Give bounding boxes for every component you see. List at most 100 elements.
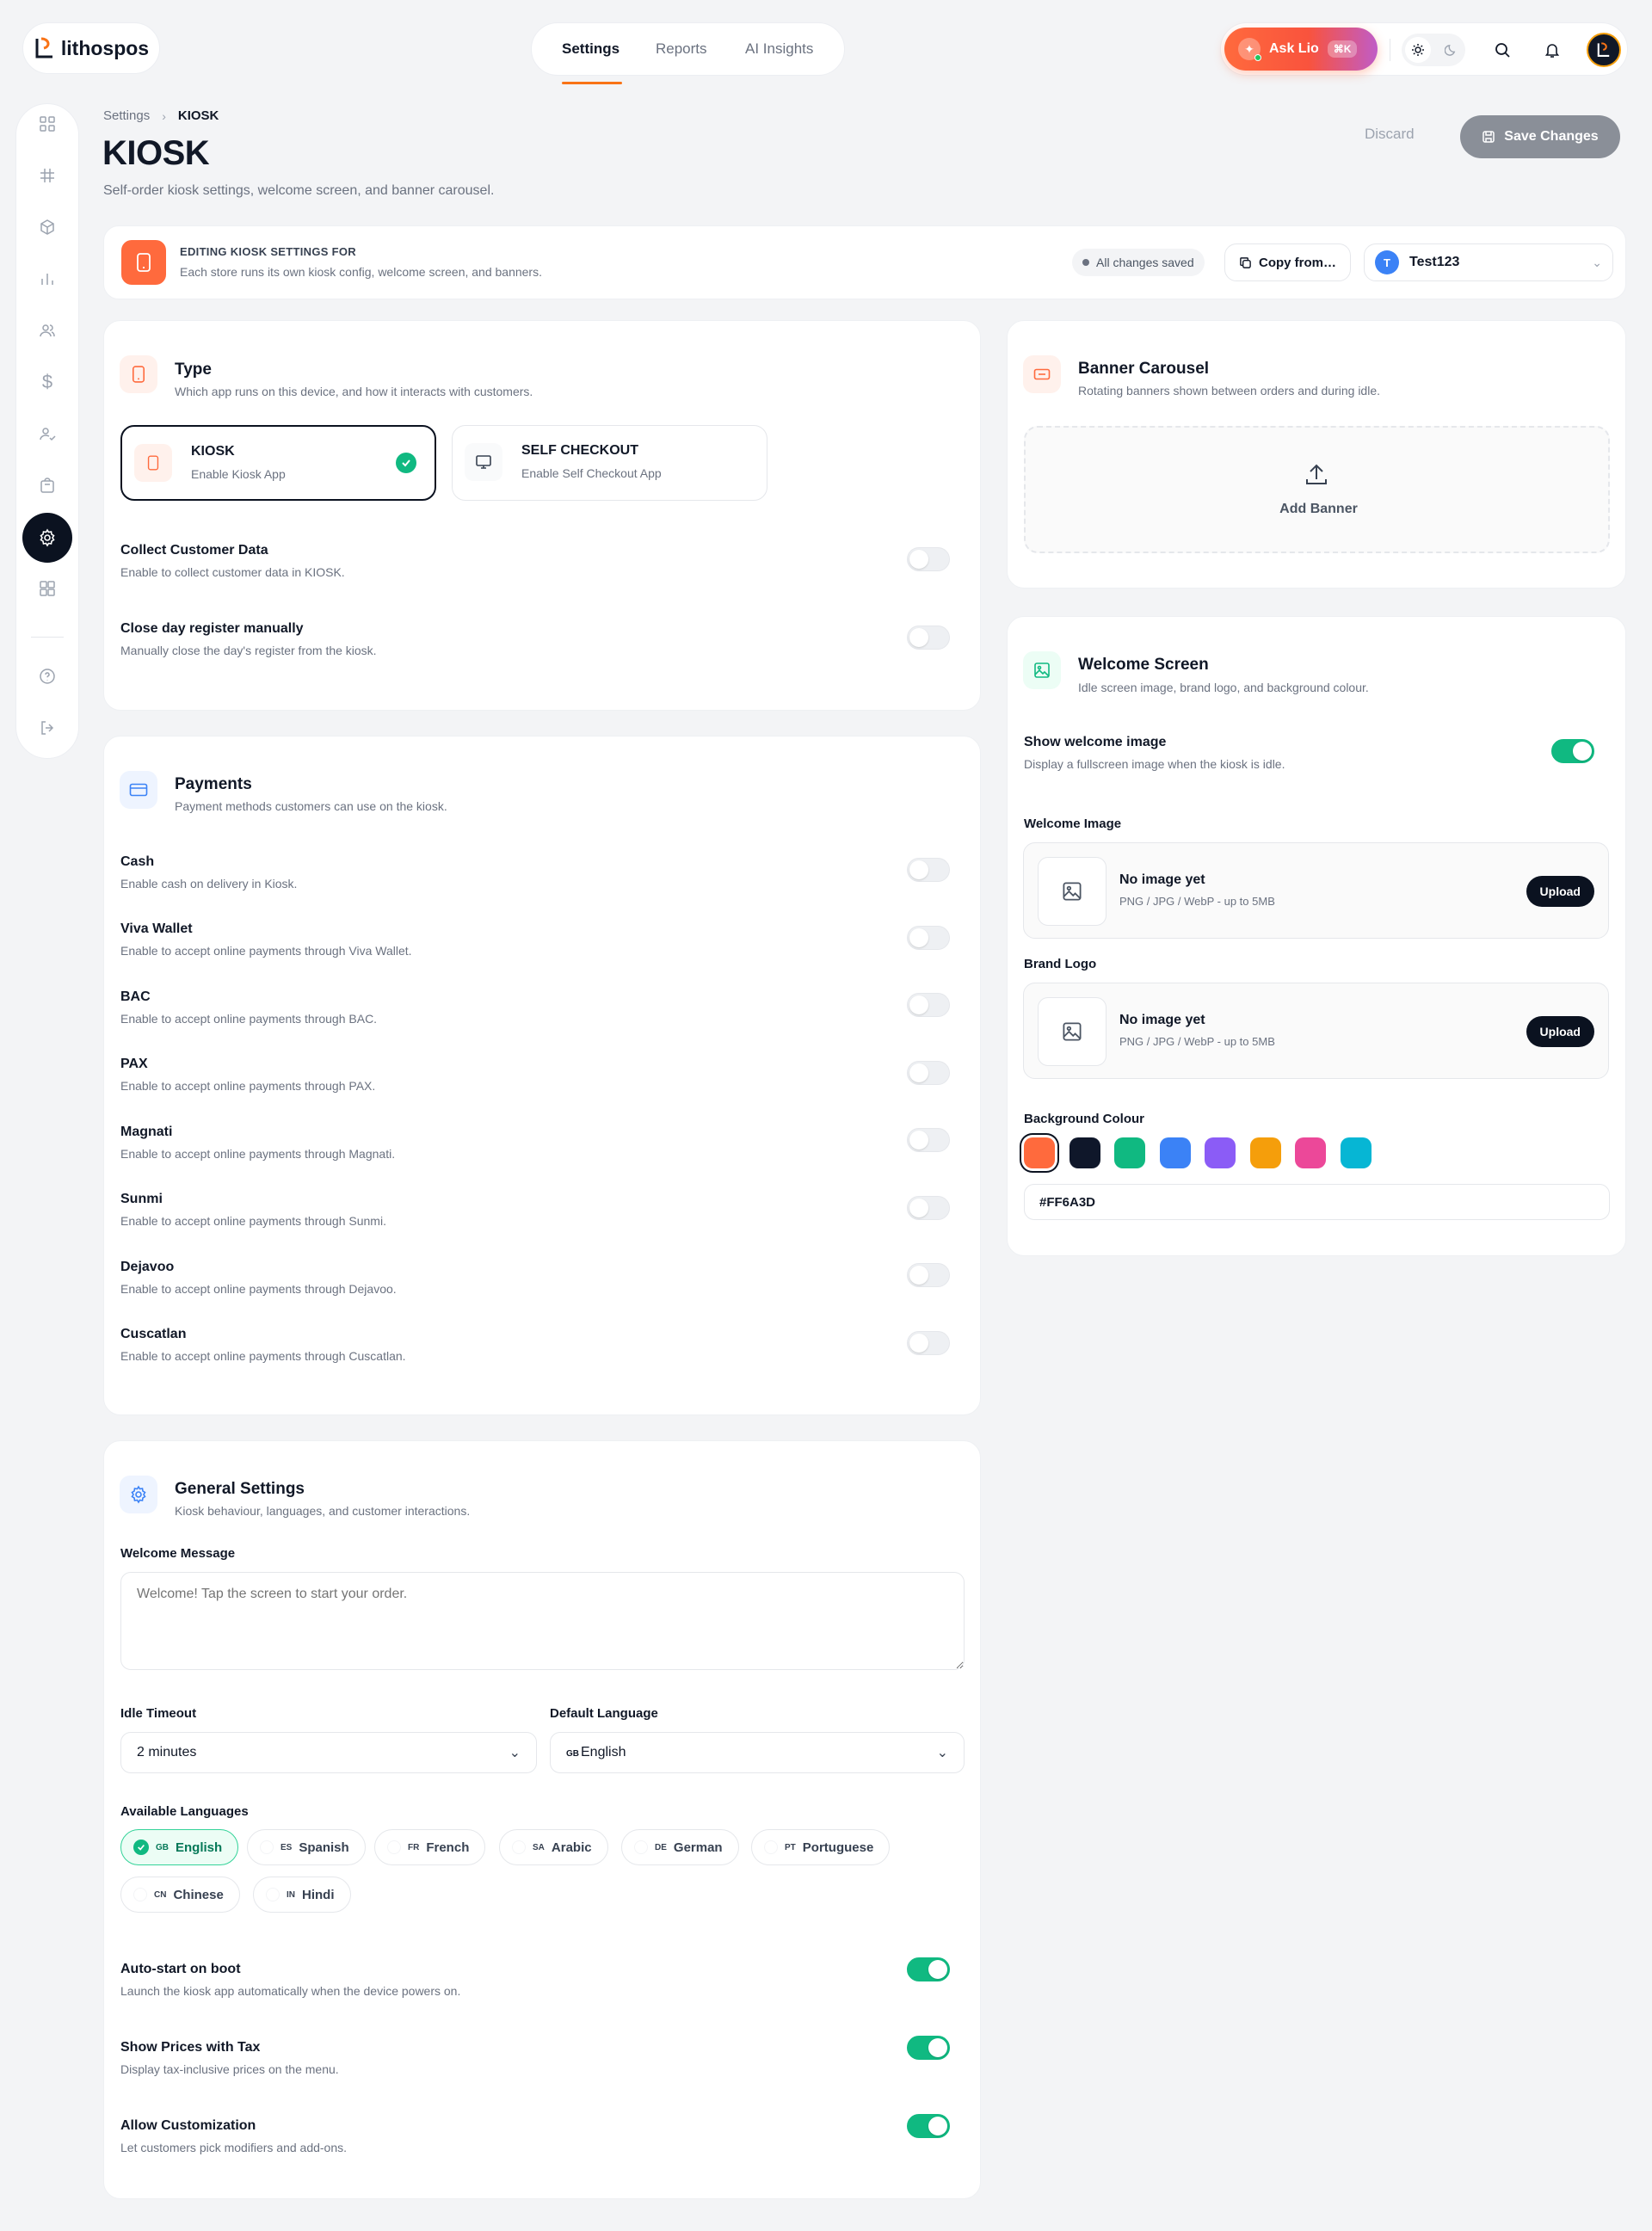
welcome-message-input[interactable] xyxy=(120,1572,965,1670)
colour-swatch-purple[interactable] xyxy=(1205,1137,1236,1168)
breadcrumb-current: KIOSK xyxy=(177,108,219,123)
lithospos-logo-icon xyxy=(35,37,52,59)
sidebar-apps-icon[interactable] xyxy=(20,571,75,606)
ask-lio-label: Ask Lio xyxy=(1269,41,1319,56)
language-chip-hindi[interactable]: IN Hindi xyxy=(253,1877,351,1913)
sidebar-dashboard-icon[interactable] xyxy=(20,107,75,141)
language-name: Spanish xyxy=(299,1840,349,1855)
payment-toggle-pax[interactable] xyxy=(907,1061,950,1085)
payment-toggle-dejavoo[interactable] xyxy=(907,1263,950,1287)
allow-customization-toggle[interactable] xyxy=(907,2114,950,2138)
tab-settings[interactable]: Settings xyxy=(562,40,620,58)
language-chip-portuguese[interactable]: PT Portuguese xyxy=(751,1829,891,1865)
editing-desc: Each store runs its own kiosk config, we… xyxy=(180,265,542,279)
sun-icon[interactable] xyxy=(1405,37,1431,63)
flag-code: FR xyxy=(408,1842,420,1852)
banner-subtitle: Rotating banners shown between orders an… xyxy=(1078,384,1381,398)
sidebar-settings-icon[interactable] xyxy=(22,513,72,563)
bell-icon[interactable] xyxy=(1539,37,1565,63)
payment-title: PAX xyxy=(120,1057,148,1071)
colour-swatch-pink[interactable] xyxy=(1295,1137,1326,1168)
save-changes-button[interactable]: Save Changes xyxy=(1460,115,1620,158)
colour-swatch-cyan[interactable] xyxy=(1341,1137,1372,1168)
close-register-title: Close day register manually xyxy=(120,621,304,636)
sidebar-hash-icon[interactable] xyxy=(20,158,75,193)
ask-lio-button[interactable]: ✦ Ask Lio ⌘K xyxy=(1224,28,1378,71)
flag-code: PT xyxy=(785,1842,796,1852)
show-welcome-toggle[interactable] xyxy=(1551,739,1594,763)
payment-title: Cuscatlan xyxy=(120,1327,187,1341)
upload-button[interactable]: Upload xyxy=(1526,876,1594,907)
brand-logo[interactable]: lithospos xyxy=(22,22,160,74)
tab-ai-insights[interactable]: AI Insights xyxy=(745,40,813,58)
image-placeholder-icon xyxy=(1038,997,1106,1066)
payments-card: Payments Payment methods customers can u… xyxy=(103,736,981,1415)
general-settings-card: General Settings Kiosk behaviour, langua… xyxy=(103,1440,981,2199)
default-language-select[interactable]: GB English ⌄ xyxy=(550,1732,965,1773)
sidebar-box-icon[interactable] xyxy=(20,210,75,244)
language-chip-arabic[interactable]: SA Arabic xyxy=(499,1829,608,1865)
colour-swatch-amber[interactable] xyxy=(1250,1137,1281,1168)
search-icon[interactable] xyxy=(1489,37,1515,63)
type-option-kiosk[interactable]: KIOSK Enable Kiosk App xyxy=(120,425,436,501)
colour-swatch-navy[interactable] xyxy=(1069,1137,1100,1168)
chevron-down-icon: ⌄ xyxy=(1592,255,1602,269)
payment-toggle-sunmi[interactable] xyxy=(907,1196,950,1220)
avatar[interactable] xyxy=(1587,33,1621,67)
breadcrumb-parent[interactable]: Settings xyxy=(103,108,150,123)
colour-swatch-blue[interactable] xyxy=(1160,1137,1191,1168)
payment-toggle-cuscatlan[interactable] xyxy=(907,1331,950,1355)
top-right-bar: ✦ Ask Lio ⌘K xyxy=(1220,22,1628,76)
brand-logo-upload: No image yet PNG / JPG / WebP - up to 5M… xyxy=(1023,983,1609,1079)
idle-timeout-select[interactable]: 2 minutes ⌄ xyxy=(120,1732,537,1773)
payment-desc: Enable cash on delivery in Kiosk. xyxy=(120,877,298,891)
welcome-image-upload: No image yet PNG / JPG / WebP - up to 5M… xyxy=(1023,842,1609,939)
language-chip-chinese[interactable]: CN Chinese xyxy=(120,1877,240,1913)
type-option-title: KIOSK xyxy=(191,444,235,459)
payment-toggle-magnati[interactable] xyxy=(907,1128,950,1152)
colour-swatch-green[interactable] xyxy=(1114,1137,1145,1168)
payment-desc: Enable to accept online payments through… xyxy=(120,1349,406,1363)
colour-swatches xyxy=(1024,1137,1385,1172)
sidebar-logout-icon[interactable] xyxy=(20,711,75,745)
moon-icon[interactable] xyxy=(1438,37,1464,63)
sidebar-dollar-icon[interactable]: $ xyxy=(20,365,75,399)
editing-label: EDITING KIOSK SETTINGS FOR xyxy=(180,245,356,258)
tab-reports[interactable]: Reports xyxy=(656,40,707,58)
add-banner-dropzone[interactable]: Add Banner xyxy=(1024,426,1610,553)
copy-from-button[interactable]: Copy from… xyxy=(1224,243,1351,281)
show-prices-tax-toggle[interactable] xyxy=(907,2036,950,2060)
payment-toggle-cash[interactable] xyxy=(907,858,950,882)
sidebar-user-check-icon[interactable] xyxy=(20,416,75,451)
close-register-desc: Manually close the day's register from t… xyxy=(120,644,377,657)
discard-button[interactable]: Discard xyxy=(1365,126,1415,143)
language-chip-spanish[interactable]: ES Spanish xyxy=(247,1829,366,1865)
type-option-self-checkout[interactable]: SELF CHECKOUT Enable Self Checkout App xyxy=(452,425,767,501)
auto-start-toggle[interactable] xyxy=(907,1957,950,1981)
language-chip-german[interactable]: DE German xyxy=(621,1829,739,1865)
store-name: Test123 xyxy=(1409,255,1460,269)
sidebar-help-icon[interactable] xyxy=(20,659,75,693)
colour-hex-value: #FF6A3D xyxy=(1039,1194,1096,1210)
language-chip-french[interactable]: FR French xyxy=(374,1829,486,1865)
theme-toggle[interactable] xyxy=(1402,34,1465,66)
payment-title: Cash xyxy=(120,854,155,869)
collect-data-toggle[interactable] xyxy=(907,547,950,571)
type-title: Type xyxy=(175,361,212,379)
payment-toggle-bac[interactable] xyxy=(907,993,950,1017)
close-register-toggle[interactable] xyxy=(907,626,950,650)
colour-swatch-orange[interactable] xyxy=(1024,1137,1055,1168)
saved-status-text: All changes saved xyxy=(1096,256,1194,269)
chevron-down-icon: ⌄ xyxy=(509,1746,521,1760)
colour-hex-input[interactable]: #FF6A3D xyxy=(1024,1184,1610,1220)
payment-toggle-viva-wallet[interactable] xyxy=(907,926,950,950)
store-select[interactable]: T Test123 ⌄ xyxy=(1364,243,1613,281)
language-chip-english[interactable]: GB English xyxy=(120,1829,239,1865)
sidebar-chart-icon[interactable] xyxy=(20,262,75,296)
show-welcome-desc: Display a fullscreen image when the kios… xyxy=(1024,757,1285,771)
upload-button[interactable]: Upload xyxy=(1526,1016,1594,1047)
sidebar-bag-icon[interactable] xyxy=(20,468,75,502)
page-title: KIOSK xyxy=(102,134,210,172)
sidebar-users-icon[interactable] xyxy=(20,313,75,348)
payment-desc: Enable to accept online payments through… xyxy=(120,944,412,958)
